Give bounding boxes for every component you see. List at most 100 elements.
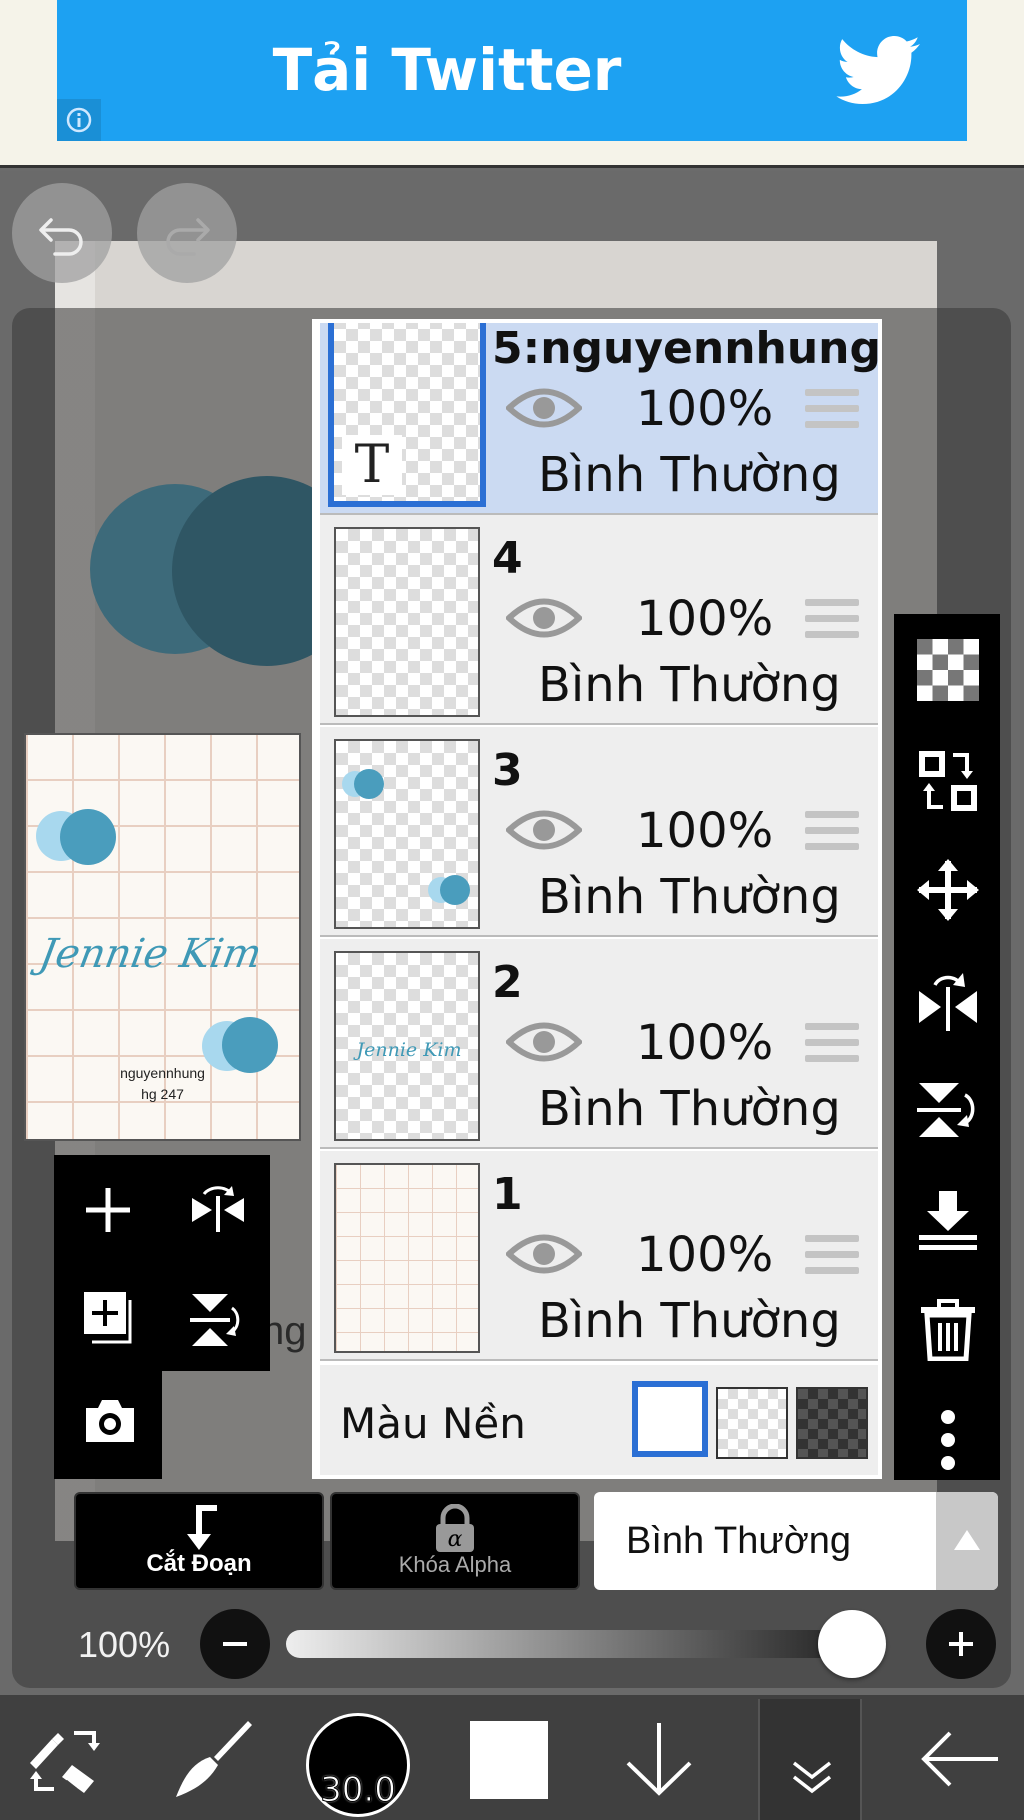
visibility-eye-icon[interactable] <box>504 593 584 648</box>
visibility-eye-icon[interactable] <box>504 1229 584 1284</box>
visibility-eye-icon[interactable] <box>504 383 584 438</box>
layer-row[interactable]: 3 100% Bình Thường <box>320 727 878 937</box>
layers-panel: T 5:nguyennhung 100% Bình Thường 4 100% … <box>312 319 882 1479</box>
visibility-eye-icon[interactable] <box>504 1017 584 1072</box>
background-white-swatch[interactable] <box>632 1381 708 1457</box>
layers-icon <box>792 1761 832 1794</box>
background-transparent-swatch[interactable] <box>716 1387 788 1459</box>
drag-handle-icon[interactable] <box>805 599 859 647</box>
ad-text[interactable]: Tải Twitter <box>57 36 837 104</box>
undo-button[interactable] <box>12 183 112 283</box>
brush-size-value: 30.0 <box>320 1770 397 1811</box>
preview-name: nguyennhung <box>120 1065 205 1081</box>
layer-opacity: 100% <box>636 381 774 437</box>
background-color-label: Màu Nền <box>340 1399 526 1448</box>
blend-mode-arrow[interactable] <box>936 1492 998 1590</box>
layer-name: 5:nguyennhung <box>492 323 881 374</box>
add-copy-layer-button[interactable] <box>58 1266 158 1366</box>
move-button[interactable] <box>894 834 1000 944</box>
clipping-label: Cắt Đoạn <box>146 1550 252 1577</box>
alpha-lock-label: Khóa Alpha <box>398 1552 512 1577</box>
lock-alpha-icon: α <box>436 1504 474 1552</box>
brush-tool-button[interactable] <box>160 1695 260 1820</box>
layer-blend-mode: Bình Thường <box>538 1293 841 1349</box>
clipping-arrow-icon <box>187 1505 217 1550</box>
thumb-text: Jennie Kim <box>356 1039 462 1061</box>
layer-row[interactable]: 4 100% Bình Thường <box>320 515 878 725</box>
background-dark-swatch[interactable] <box>796 1387 868 1459</box>
layer-name: 3 <box>492 745 523 796</box>
ad-box[interactable]: Tải Twitter <box>57 0 967 141</box>
flip-horizontal-button[interactable] <box>164 1160 264 1260</box>
preview-subname: hg 247 <box>141 1086 184 1102</box>
ad-banner[interactable]: Tải Twitter <box>0 0 1024 168</box>
layer-opacity: 100% <box>636 1015 774 1071</box>
color-swatch[interactable] <box>470 1721 548 1799</box>
camera-button[interactable] <box>58 1372 158 1472</box>
svg-text:α: α <box>448 1527 463 1552</box>
layers-button[interactable] <box>758 1699 862 1820</box>
plus-icon <box>949 1632 973 1656</box>
layer-opacity: 100% <box>636 803 774 859</box>
layer-thumbnail <box>334 527 480 717</box>
canvas-preview[interactable]: Jennie Kim nguyennhung hg 247 <box>24 733 301 1141</box>
text-layer-icon: T <box>342 435 402 495</box>
layer-name: 2 <box>492 957 523 1008</box>
layer-thumbnail: Jennie Kim <box>334 951 480 1141</box>
arrow-down-button[interactable] <box>610 1695 710 1820</box>
drag-handle-icon[interactable] <box>805 1235 859 1283</box>
tool-switch-button[interactable] <box>10 1695 120 1820</box>
twitter-bird-icon <box>836 36 922 113</box>
minus-icon <box>223 1642 247 1646</box>
more-options-button[interactable] <box>894 1384 1000 1494</box>
swap-layers-button[interactable] <box>894 724 1000 834</box>
layer-row[interactable]: Jennie Kim 2 100% Bình Thường <box>320 939 878 1149</box>
brush-icon <box>176 1721 252 1797</box>
flip-layer-vertical-button[interactable] <box>894 1054 1000 1164</box>
alpha-lock-button[interactable]: α Khóa Alpha <box>330 1492 580 1590</box>
layer-thumbnail <box>334 739 480 929</box>
layer-opacity: 100% <box>636 591 774 647</box>
arrow-down-icon <box>626 1723 692 1796</box>
layer-thumbnail: T <box>328 323 486 507</box>
blend-mode-select[interactable]: Bình Thường <box>594 1492 998 1590</box>
bottom-toolbar: 30.0 <box>0 1695 1024 1820</box>
flip-vertical-button[interactable] <box>164 1266 264 1366</box>
blend-mode-value: Bình Thường <box>626 1520 852 1562</box>
drag-handle-icon[interactable] <box>805 1023 859 1071</box>
preview-title: Jennie Kim <box>35 931 266 977</box>
drag-handle-icon[interactable] <box>805 389 859 437</box>
drag-handle-icon[interactable] <box>805 811 859 859</box>
flip-layer-horizontal-button[interactable] <box>894 944 1000 1054</box>
add-layer-button[interactable] <box>58 1160 158 1260</box>
preview-circle-dark <box>60 809 116 865</box>
back-button[interactable] <box>900 1695 1020 1820</box>
transparency-checker-button[interactable] <box>894 614 1000 724</box>
merge-down-button[interactable] <box>894 1164 1000 1274</box>
thumb-circle <box>440 875 470 905</box>
opacity-value: 100% <box>78 1624 171 1665</box>
visibility-eye-icon[interactable] <box>504 805 584 860</box>
info-icon[interactable] <box>57 99 101 141</box>
redo-button[interactable] <box>137 183 237 283</box>
layer-thumbnail <box>334 1163 480 1353</box>
opacity-increase-button[interactable] <box>926 1609 996 1679</box>
layer-name: 1 <box>492 1169 523 1220</box>
thumb-circle <box>354 769 384 799</box>
tool-switch-icon <box>30 1731 100 1793</box>
delete-layer-button[interactable] <box>894 1274 1000 1384</box>
triangle-up-icon <box>954 1530 980 1550</box>
layer-opacity: 100% <box>636 1227 774 1283</box>
layer-row[interactable]: T 5:nguyennhung 100% Bình Thường <box>320 323 881 515</box>
layer-blend-mode: Bình Thường <box>538 869 841 925</box>
layer-name: 4 <box>492 533 523 584</box>
clipping-button[interactable]: Cắt Đoạn <box>74 1492 324 1590</box>
layer-row[interactable]: 1 100% Bình Thường <box>320 1151 878 1361</box>
layer-blend-mode: Bình Thường <box>538 447 841 503</box>
brush-size-indicator[interactable]: 30.0 <box>306 1713 410 1817</box>
layer-blend-mode: Bình Thường <box>538 1081 841 1137</box>
layer-blend-mode: Bình Thường <box>538 657 841 713</box>
opacity-decrease-button[interactable] <box>200 1609 270 1679</box>
opacity-slider-track[interactable] <box>286 1630 886 1658</box>
opacity-slider-knob[interactable] <box>818 1610 886 1678</box>
